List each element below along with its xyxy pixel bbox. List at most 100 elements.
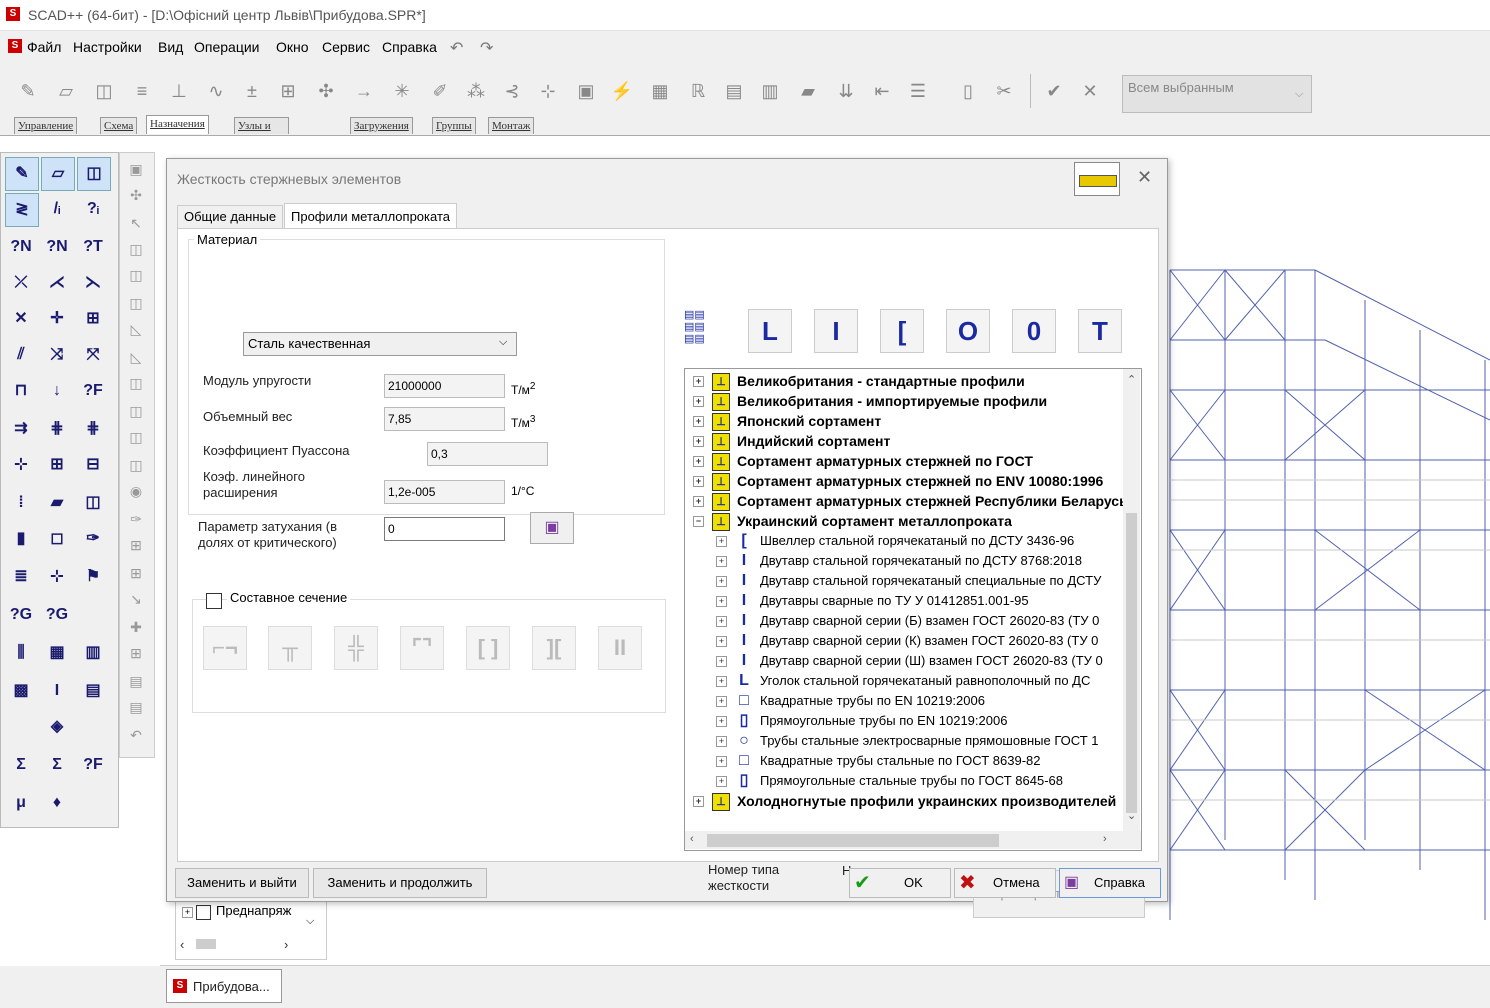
cross-angle-icon[interactable]: ╬	[334, 626, 378, 670]
menu-help[interactable]: Справка	[382, 39, 437, 55]
cross-icon[interactable]: ✳	[388, 74, 416, 108]
checkbox[interactable]	[196, 905, 211, 920]
expand-icon[interactable]: +	[716, 736, 727, 747]
angle-profile-icon[interactable]: L	[748, 309, 792, 353]
thermal-field[interactable]: 1,2e-005	[384, 480, 505, 504]
scroll-down-icon[interactable]: ⌄	[1127, 809, 1136, 822]
box-channels-icon[interactable]: [ ]	[466, 626, 510, 670]
beam-g-icon[interactable]: I	[41, 675, 73, 707]
selection-filter-combo[interactable]: Всем выбранным ⌵	[1122, 75, 1312, 113]
palette-icon[interactable]: ◺	[126, 319, 146, 339]
help-button[interactable]: ▣ Справка	[1059, 868, 1161, 898]
layers-icon[interactable]: ≣	[5, 561, 37, 593]
pipe-profile-icon[interactable]: O	[946, 309, 990, 353]
node-fix-icon[interactable]: ⋌	[41, 267, 73, 299]
expand-icon[interactable]: +	[716, 676, 727, 687]
palette-icon[interactable]: ✚	[126, 617, 146, 637]
undo-icon[interactable]: ↶	[450, 38, 463, 58]
cube-icon[interactable]: ◫	[77, 487, 109, 519]
profile-table-icon[interactable]: ▤▤ ▤▤ ▤▤	[684, 309, 726, 351]
group-icon[interactable]: ⊹	[41, 561, 73, 593]
expand-icon[interactable]: +	[182, 907, 193, 918]
plate-stiffness-icon[interactable]: ▱	[41, 157, 75, 191]
undo-icon[interactable]: ↶	[126, 725, 146, 745]
n-flag-icon[interactable]: ⚑	[77, 561, 109, 593]
palette-icon[interactable]: ↖	[126, 213, 146, 233]
palette-icon[interactable]: ◫	[126, 455, 146, 475]
expand-icon[interactable]: +	[693, 436, 704, 447]
drop-g-icon[interactable]: ♦	[41, 787, 73, 819]
palette-icon[interactable]: ▤	[126, 671, 146, 691]
scroll-left-icon[interactable]: ‹	[690, 833, 694, 845]
tab-management[interactable]: Управление	[14, 117, 78, 134]
tee-angle-icon[interactable]: ╥	[268, 626, 312, 670]
horizontal-scrollbar-thumb[interactable]	[707, 834, 999, 847]
expand-icon[interactable]: +	[716, 656, 727, 667]
tab-assembly[interactable]: Монтаж	[488, 117, 535, 134]
expand-icon[interactable]: +	[716, 556, 727, 567]
expand-icon[interactable]: +	[716, 756, 727, 767]
redo-icon[interactable]: ↷	[480, 38, 493, 58]
rb-icon[interactable]: ℝ	[684, 74, 712, 108]
cross-blue-icon[interactable]: ✛	[41, 303, 73, 335]
expand-icon[interactable]: +	[716, 536, 727, 547]
box-angles-icon[interactable]: ⌜⌝	[400, 626, 444, 670]
plate-stiffness-icon[interactable]: ▱	[52, 74, 80, 108]
menu-view[interactable]: Вид	[158, 39, 183, 55]
bars2-icon[interactable]: ⋕	[77, 413, 109, 445]
expand-icon[interactable]: +	[693, 376, 704, 387]
axes-orient-icon[interactable]: →	[350, 74, 378, 108]
force-arrow-icon[interactable]: ?F	[77, 749, 109, 781]
expand-icon[interactable]: +	[693, 416, 704, 427]
replace-exit-button[interactable]: Заменить и выйти	[175, 868, 309, 898]
expand-icon[interactable]: −	[693, 516, 704, 527]
nj-icon[interactable]: ?N	[41, 231, 73, 263]
assign-stiffness-icon[interactable]: ✎	[14, 74, 42, 108]
chart-icon[interactable]: ▥	[77, 637, 109, 669]
back-channels-icon[interactable]: ][	[532, 626, 576, 670]
palette-icon[interactable]: ↘	[126, 589, 146, 609]
menu-settings[interactable]: Настройки	[73, 39, 142, 55]
palette-icon[interactable]: ⊞	[126, 535, 146, 555]
palette-icon[interactable]: ✑	[126, 509, 146, 529]
expand-icon[interactable]: +	[716, 596, 727, 607]
bars-icon[interactable]: ⋕	[41, 413, 73, 445]
nodes-icon[interactable]: ⁂	[462, 74, 490, 108]
insert-icon[interactable]: ⊞	[77, 303, 109, 335]
tab-scheme[interactable]: Схема	[100, 117, 138, 134]
ne-icon[interactable]: ?N	[5, 231, 37, 263]
colored-grid-icon[interactable]: ▩	[5, 675, 37, 707]
replace-continue-button[interactable]: Заменить и продолжить	[313, 868, 487, 898]
pencil-icon[interactable]: ✐	[426, 74, 454, 108]
diag-icon[interactable]: ⤨	[41, 339, 73, 371]
block-g-icon[interactable]: ▤	[77, 675, 109, 707]
brush-icon[interactable]: ✑	[77, 523, 109, 555]
check-list-icon[interactable]: ▯	[954, 74, 982, 108]
palette-icon[interactable]: ◫	[126, 265, 146, 285]
palette-icon[interactable]: ◫	[126, 239, 146, 259]
bolt-icon[interactable]: ⚡	[608, 74, 636, 108]
force-f-icon[interactable]: ?F	[77, 375, 109, 407]
palette-icon[interactable]: ▣	[126, 159, 146, 179]
question-i-icon[interactable]: ?ᵢ	[77, 193, 109, 225]
hinge-icon[interactable]: ≡	[128, 74, 156, 108]
yellow-block-icon[interactable]: ▰	[794, 74, 822, 108]
expand-icon[interactable]: +	[693, 476, 704, 487]
cancel-button[interactable]: ✖ Отмена	[954, 868, 1056, 898]
expand-icon[interactable]: +	[716, 776, 727, 787]
palette-icon[interactable]: ◫	[126, 401, 146, 421]
load-dist-icon[interactable]: ⊓	[5, 375, 37, 407]
support-icon[interactable]: ⊥	[165, 74, 193, 108]
red-diag-icon[interactable]: ⤧	[77, 339, 109, 371]
material-select[interactable]: Сталь качественная ⌵	[243, 332, 517, 356]
palette-icon[interactable]: ▤	[126, 697, 146, 717]
node-icon[interactable]: ±	[238, 74, 266, 108]
scroll-right-icon[interactable]: ›	[284, 937, 288, 952]
expand-icon[interactable]: +	[716, 616, 727, 627]
menu-window[interactable]: Окно	[276, 39, 309, 55]
close-icon[interactable]: ✕	[1137, 167, 1152, 188]
palette-icon[interactable]: ◫	[126, 373, 146, 393]
double-angle-icon[interactable]: ⌐¬	[203, 626, 247, 670]
scroll-right-icon[interactable]: ›	[1103, 833, 1107, 845]
plate-red-icon[interactable]: ◈	[41, 711, 73, 743]
